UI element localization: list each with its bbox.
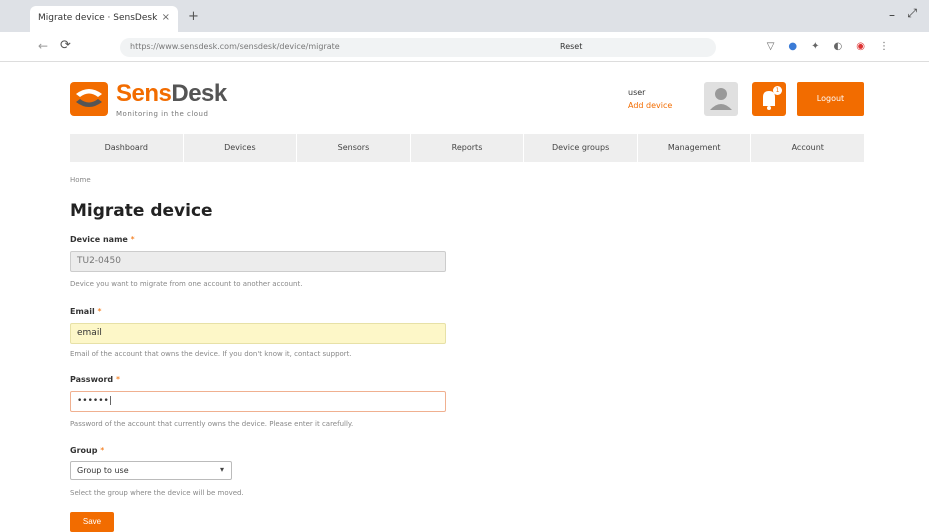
breadcrumb[interactable]: Home <box>70 176 91 184</box>
password-field[interactable]: ••••••| <box>70 391 446 412</box>
sync-icon[interactable]: ◐ <box>834 41 843 52</box>
alert-badge: 1 <box>773 86 782 95</box>
logout-button[interactable]: Logout <box>797 82 864 116</box>
maximize-icon[interactable]: ⤢ <box>907 6 917 21</box>
url-extra: Reset <box>560 42 583 51</box>
nav-item-devices[interactable]: Devices <box>184 134 298 162</box>
email-field[interactable]: email <box>70 323 446 344</box>
user-info: user Add device <box>628 86 672 112</box>
password-label: Password * <box>70 375 120 384</box>
back-icon[interactable]: ← <box>38 39 48 53</box>
record-icon[interactable]: ◉ <box>856 41 865 52</box>
profile-icon[interactable]: ● <box>788 41 797 52</box>
email-help: Email of the account that owns the devic… <box>70 350 352 358</box>
puzzle-icon[interactable]: ✦ <box>811 41 819 52</box>
chevron-down-icon: ▾ <box>219 465 224 474</box>
save-button[interactable]: Save <box>70 512 114 532</box>
nav-item-sensors[interactable]: Sensors <box>297 134 411 162</box>
user-name: user <box>628 88 646 97</box>
nav-item-device-groups[interactable]: Device groups <box>524 134 638 162</box>
nav-item-reports[interactable]: Reports <box>411 134 525 162</box>
close-tab-icon[interactable]: × <box>162 12 170 23</box>
main-nav: Dashboard Devices Sensors Reports Device… <box>70 134 864 162</box>
device-field[interactable]: TU2-0450 <box>70 251 446 272</box>
page-title: Migrate device <box>70 201 213 221</box>
reload-icon[interactable]: ⟳ <box>60 38 71 53</box>
new-tab-button[interactable]: + <box>188 9 199 24</box>
sensdesk-logo[interactable]: SensDesk Monitoring in the cloud <box>70 80 270 124</box>
minimize-icon[interactable]: – <box>889 8 895 22</box>
menu-icon[interactable]: ⋮ <box>879 41 889 52</box>
extension-icons: ▽ ● ✦ ◐ ◉ ⋮ <box>767 41 889 52</box>
address-bar-row: ← ⟳ https://www.sensdesk.com/sensdesk/de… <box>0 32 929 62</box>
url-text: https://www.sensdesk.com/sensdesk/device… <box>130 42 340 51</box>
tab-title: Migrate device · SensDesk <box>38 13 158 23</box>
browser-tab-bar: Migrate device · SensDesk × + – ⤢ <box>0 0 929 32</box>
nav-item-account[interactable]: Account <box>751 134 864 162</box>
email-label: Email * <box>70 307 102 316</box>
logo-mark-icon <box>70 82 108 116</box>
password-help: Password of the account that currently o… <box>70 420 354 428</box>
nav-item-management[interactable]: Management <box>638 134 752 162</box>
nav-item-dashboard[interactable]: Dashboard <box>70 134 184 162</box>
logo-tagline: Monitoring in the cloud <box>116 110 209 118</box>
device-help: Device you want to migrate from one acco… <box>70 280 303 288</box>
filter-icon[interactable]: ▽ <box>767 41 775 52</box>
user-avatar-icon[interactable] <box>704 82 738 116</box>
add-device-link[interactable]: Add device <box>628 99 672 112</box>
group-select-value: Group to use <box>77 466 129 475</box>
browser-tab[interactable]: Migrate device · SensDesk × <box>30 6 178 32</box>
device-label: Device name * <box>70 235 135 244</box>
group-help: Select the group where the device will b… <box>70 489 244 497</box>
logo-text: SensDesk <box>116 80 227 107</box>
group-select[interactable]: Group to use ▾ <box>70 461 232 480</box>
url-input[interactable]: https://www.sensdesk.com/sensdesk/device… <box>120 38 716 57</box>
bell-icon[interactable]: 1 <box>752 82 786 116</box>
group-label: Group * <box>70 446 105 455</box>
